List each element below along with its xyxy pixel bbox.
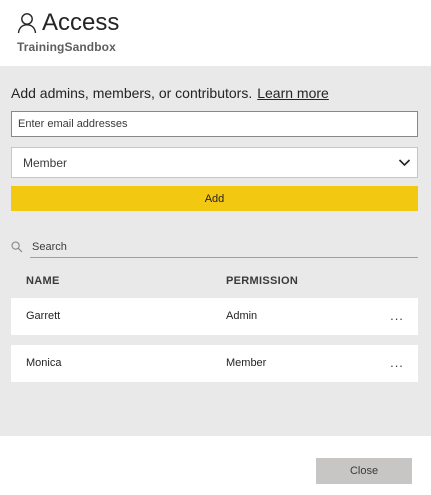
role-dropdown-value: Member bbox=[23, 155, 68, 170]
member-name: Garrett bbox=[26, 310, 61, 322]
person-icon bbox=[17, 12, 37, 34]
page-title: Access bbox=[42, 9, 120, 36]
email-input[interactable] bbox=[11, 111, 418, 137]
column-header-name[interactable]: NAME bbox=[26, 275, 60, 287]
more-options-button[interactable]: ... bbox=[388, 356, 406, 371]
workspace-name: TrainingSandbox bbox=[17, 40, 116, 54]
dialog-header: Access TrainingSandbox bbox=[0, 0, 431, 66]
member-permission: Member bbox=[226, 357, 267, 369]
access-dialog: Access TrainingSandbox Add admins, membe… bbox=[0, 0, 431, 495]
access-panel: Add admins, members, or contributors. Lea… bbox=[0, 66, 431, 436]
table-row[interactable]: Monica Member ... bbox=[11, 345, 418, 382]
member-permission: Admin bbox=[226, 310, 258, 322]
table-row[interactable]: Garrett Admin ... bbox=[11, 298, 418, 335]
close-button[interactable]: Close bbox=[316, 458, 412, 484]
add-button[interactable]: Add bbox=[11, 186, 418, 211]
add-heading: Add admins, members, or contributors. Lea… bbox=[11, 85, 329, 101]
add-heading-text: Add admins, members, or contributors. bbox=[11, 85, 253, 101]
chevron-down-icon bbox=[398, 156, 411, 169]
role-dropdown[interactable]: Member bbox=[11, 147, 418, 178]
search-input[interactable] bbox=[30, 237, 418, 258]
search-icon bbox=[11, 240, 23, 253]
title-row: Access bbox=[17, 9, 119, 37]
learn-more-link[interactable]: Learn more bbox=[257, 85, 329, 101]
more-options-button[interactable]: ... bbox=[388, 309, 406, 324]
search-box bbox=[11, 237, 418, 259]
member-name: Monica bbox=[26, 357, 62, 369]
column-header-permission[interactable]: PERMISSION bbox=[226, 275, 298, 287]
